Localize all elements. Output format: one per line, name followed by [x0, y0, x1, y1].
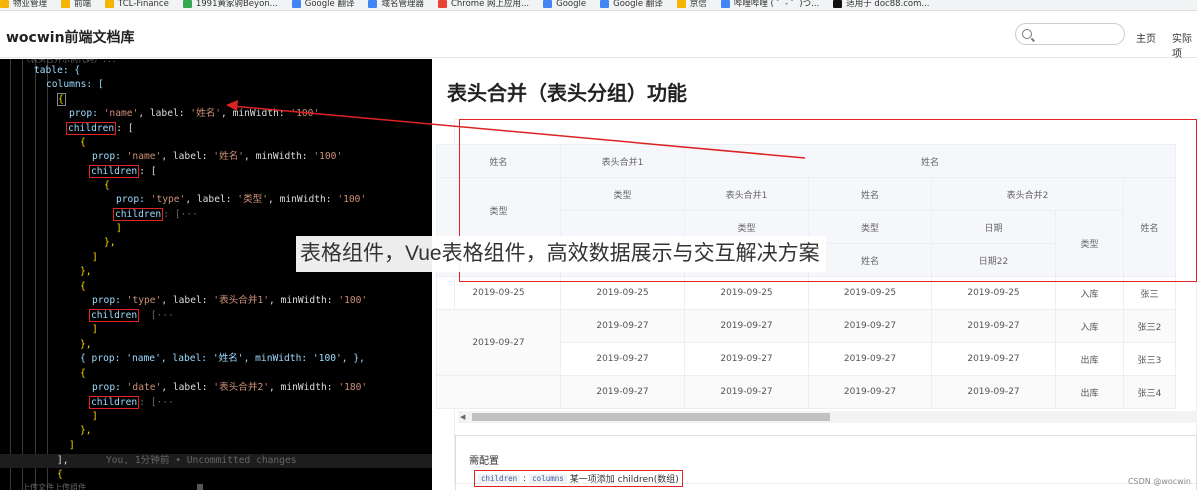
search-input[interactable]	[1015, 23, 1125, 45]
code-line: },	[80, 339, 92, 350]
bookmark-item[interactable]: Chrome 网上应用...	[437, 0, 530, 9]
bookmark-label: 1991黄家驹Beyon...	[195, 0, 278, 9]
bookmark-label: 物业管理	[13, 0, 48, 9]
bookmark-label: 京信	[689, 0, 707, 9]
bookmark-icon	[182, 0, 192, 8]
code-line: ]	[116, 223, 122, 234]
children-highlight: children	[89, 165, 140, 178]
code-line: prop: 'name', label: '姓名', minWidth: '10…	[69, 108, 320, 119]
code-line: ]	[92, 252, 98, 263]
bookmark-icon	[600, 0, 610, 8]
children-highlight: children	[89, 396, 140, 409]
code-line: ]	[69, 440, 75, 451]
bookmark-label: Google 翻译	[613, 0, 663, 9]
bookmark-item[interactable]: TCL-Finance	[105, 0, 169, 8]
bookmark-item[interactable]: 前端	[61, 0, 91, 8]
children-highlight: children	[89, 309, 140, 322]
config-separator: :	[523, 473, 527, 484]
bookmark-label: Google	[556, 0, 587, 9]
code-line: children: [···	[89, 396, 174, 409]
code-line: children: [···	[113, 208, 198, 221]
bookmark-label: 前端	[74, 0, 92, 9]
code-line: },	[104, 237, 116, 248]
bookmark-icon	[833, 0, 843, 8]
table-row: 2019-09-27 2019-09-27 2019-09-27 2019-09-27…	[436, 309, 1176, 376]
code-line: children: [	[89, 165, 157, 178]
scroll-left-icon[interactable]: ◀	[460, 413, 465, 421]
bookmark-icon	[720, 0, 730, 8]
code-line: },	[80, 266, 92, 277]
site-title[interactable]: wocwin前端文档库	[6, 27, 135, 47]
code-line: ]	[92, 411, 98, 422]
bookmark-item[interactable]: 物业管理	[0, 0, 47, 8]
code-line: { prop: 'name', label: '姓名', minWidth: '…	[80, 353, 365, 364]
code-line: children [···	[89, 309, 174, 322]
children-highlight: children	[113, 208, 164, 221]
code-line: prop: 'type', label: '类型', minWidth: '10…	[116, 194, 367, 205]
config-chip: children	[478, 474, 521, 483]
bookmark-label: TCL-Finance	[118, 0, 169, 9]
bookmark-icon	[105, 0, 115, 8]
code-line: {	[80, 137, 86, 148]
code-line: },	[80, 425, 92, 436]
editor-scrollbar[interactable]	[197, 484, 203, 490]
code-line: {	[57, 93, 66, 106]
bookmark-icon	[676, 0, 686, 8]
bookmark-label: Google 翻译	[304, 0, 355, 9]
config-note-panel: 需配置 children : columns 某一项添加 children(数组…	[455, 435, 1197, 490]
page-title: 表头合并（表头分组）功能	[447, 83, 687, 105]
code-editor: （表头合并示例代码）... table: { columns: [ { prop…	[0, 59, 432, 490]
code-line: table: {	[34, 65, 81, 76]
bookmark-item[interactable]: 1991黄家驹Beyon...	[182, 0, 278, 9]
bookmark-icon	[368, 0, 378, 8]
scrollbar-thumb[interactable]	[472, 413, 830, 421]
bookmark-label: Chrome 网上应用...	[450, 0, 530, 9]
table-horizontal-scrollbar[interactable]: ◀	[458, 411, 1197, 423]
code-line: {	[80, 368, 86, 379]
code-line: columns: [	[46, 79, 104, 90]
code-line: children: [	[66, 122, 134, 135]
bookmark-icon	[0, 0, 9, 8]
code-bottom-fragment: 上传文件上传组件	[22, 483, 86, 490]
bookmark-label: 哔哩哔哩 ( ゜- ゜)つ...	[733, 0, 820, 9]
code-line: ]	[92, 324, 98, 335]
nav-examples-link[interactable]: 实际项	[1172, 30, 1197, 60]
bookmark-item[interactable]: 哔哩哔哩 ( ゜- ゜)つ...	[720, 0, 820, 9]
table-row: 2019-09-27 2019-09-27 2019-09-27 2019-09-27…	[436, 375, 1176, 409]
children-highlight: children	[66, 122, 117, 135]
code-line: prop: 'name', label: '姓名', minWidth: '10…	[92, 151, 343, 162]
code-line: {	[57, 469, 63, 480]
git-blame-line: ], You, 1分钟前 • Uncommitted changes	[0, 454, 432, 468]
caption-overlay: 表格组件，Vue表格组件，高效数据展示与交互解决方案	[296, 236, 826, 272]
bookmark-icon	[437, 0, 447, 8]
nav-home-link[interactable]: 主页	[1136, 30, 1156, 45]
code-line: prop: 'type', label: '表头合并1', minWidth: …	[92, 295, 368, 306]
bookmarks-bar: 物业管理 前端 TCL-Finance 1991黄家驹Beyon... Google 翻…	[0, 0, 1197, 11]
bookmark-label: 域名管理器	[381, 0, 424, 9]
code-line: {	[80, 281, 86, 292]
watermark: CSDN @wocwin	[1127, 477, 1191, 486]
config-chip: columns	[529, 474, 567, 483]
site-header: wocwin前端文档库 主页 实际项	[0, 12, 1197, 60]
config-text: 某一项添加 children(数组)	[569, 475, 679, 485]
bookmark-icon	[61, 0, 71, 8]
search-icon	[1022, 29, 1032, 39]
code-line: {	[104, 180, 110, 191]
bookmark-item[interactable]: 域名管理器	[368, 0, 424, 8]
bookmark-item[interactable]: 京信	[676, 0, 707, 9]
bookmark-icon	[291, 0, 301, 8]
bookmark-item[interactable]: Google 翻译	[291, 0, 355, 9]
bookmark-label: 适用于 doc88.com...	[846, 0, 930, 9]
bookmark-icon	[543, 0, 553, 8]
config-title: 需配置	[469, 456, 499, 467]
bookmark-item[interactable]: 适用于 doc88.com...	[833, 0, 929, 8]
bookmark-item[interactable]: Google	[543, 0, 586, 8]
bookmark-item[interactable]: Google 翻译	[600, 0, 663, 8]
code-line: prop: 'date', label: '表头合并2', minWidth: …	[92, 382, 368, 393]
blame-annotation: You, 1分钟前 • Uncommitted changes	[106, 455, 297, 466]
config-code-highlight: children : columns 某一项添加 children(数组)	[474, 470, 683, 487]
